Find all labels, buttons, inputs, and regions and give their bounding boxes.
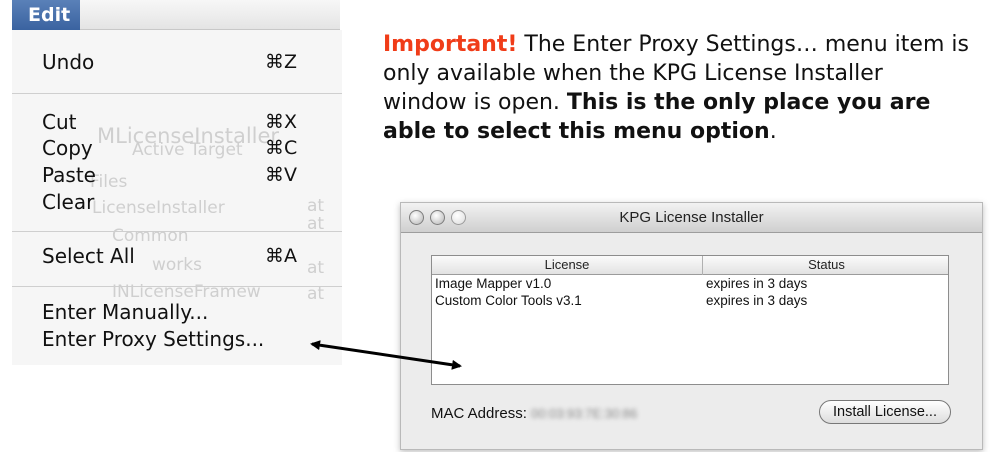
license-status: expires in 3 days — [706, 293, 808, 308]
table-row[interactable]: Custom Color Tools v3.1 expires in 3 day… — [432, 293, 948, 310]
ghost-text: INLicenseFramew — [112, 282, 261, 302]
menu-separator — [12, 93, 342, 94]
ghost-text: at — [307, 258, 325, 278]
column-header-status[interactable]: Status — [703, 257, 950, 272]
menu-item-label: Cut — [42, 110, 77, 134]
menu-item-label: Paste — [42, 163, 96, 187]
shortcut-label: ⌘Z — [265, 51, 298, 73]
license-installer-window: KPG License Installer License Status Ima… — [400, 202, 983, 450]
license-name: Image Mapper v1.0 — [435, 276, 552, 291]
column-header-license[interactable]: License — [432, 257, 702, 272]
mac-address-label: MAC Address: — [431, 405, 527, 422]
install-license-button[interactable]: Install License... — [819, 400, 951, 424]
shortcut-label: ⌘C — [265, 137, 298, 159]
ghost-text: Active Target — [132, 140, 243, 160]
menu-separator — [12, 286, 342, 287]
important-label: Important! — [383, 32, 518, 57]
table-header: License Status — [432, 256, 948, 275]
edit-menu: MLicenseInstaller Active Target Files Li… — [12, 30, 342, 365]
ghost-text: at — [307, 196, 325, 216]
license-status: expires in 3 days — [706, 276, 808, 291]
ghost-text: works — [152, 255, 202, 275]
menu-item-label: Undo — [42, 50, 95, 74]
ghost-text: LicenseInstaller — [92, 198, 225, 218]
ghost-text: at — [307, 284, 325, 304]
mac-address-value: 00:03:93:7E:30:86 — [531, 406, 638, 421]
shortcut-label: ⌘A — [265, 245, 297, 267]
menu-item-label: Enter Manually... — [42, 300, 209, 324]
menu-separator — [12, 231, 342, 232]
shortcut-label: ⌘V — [265, 164, 297, 186]
callout-end: . — [769, 119, 777, 144]
shortcut-label: ⌘X — [265, 111, 298, 133]
table-row[interactable]: Image Mapper v1.0 expires in 3 days — [432, 276, 948, 293]
menu-item-label: Enter Proxy Settings... — [42, 327, 265, 351]
license-name: Custom Color Tools v3.1 — [435, 293, 582, 308]
callout-text: Important! The Enter Proxy Settings… men… — [383, 30, 973, 146]
window-titlebar[interactable]: KPG License Installer — [401, 203, 982, 233]
ghost-text: Common — [112, 226, 189, 246]
menu-bar — [80, 0, 340, 30]
edit-menu-title[interactable]: Edit — [12, 0, 80, 30]
menu-item-label: Copy — [42, 136, 93, 160]
license-table[interactable]: License Status Image Mapper v1.0 expires… — [431, 255, 949, 385]
window-title: KPG License Installer — [619, 209, 764, 226]
menu-item-label: Clear — [42, 190, 95, 214]
menu-item-label: Select All — [42, 244, 135, 268]
